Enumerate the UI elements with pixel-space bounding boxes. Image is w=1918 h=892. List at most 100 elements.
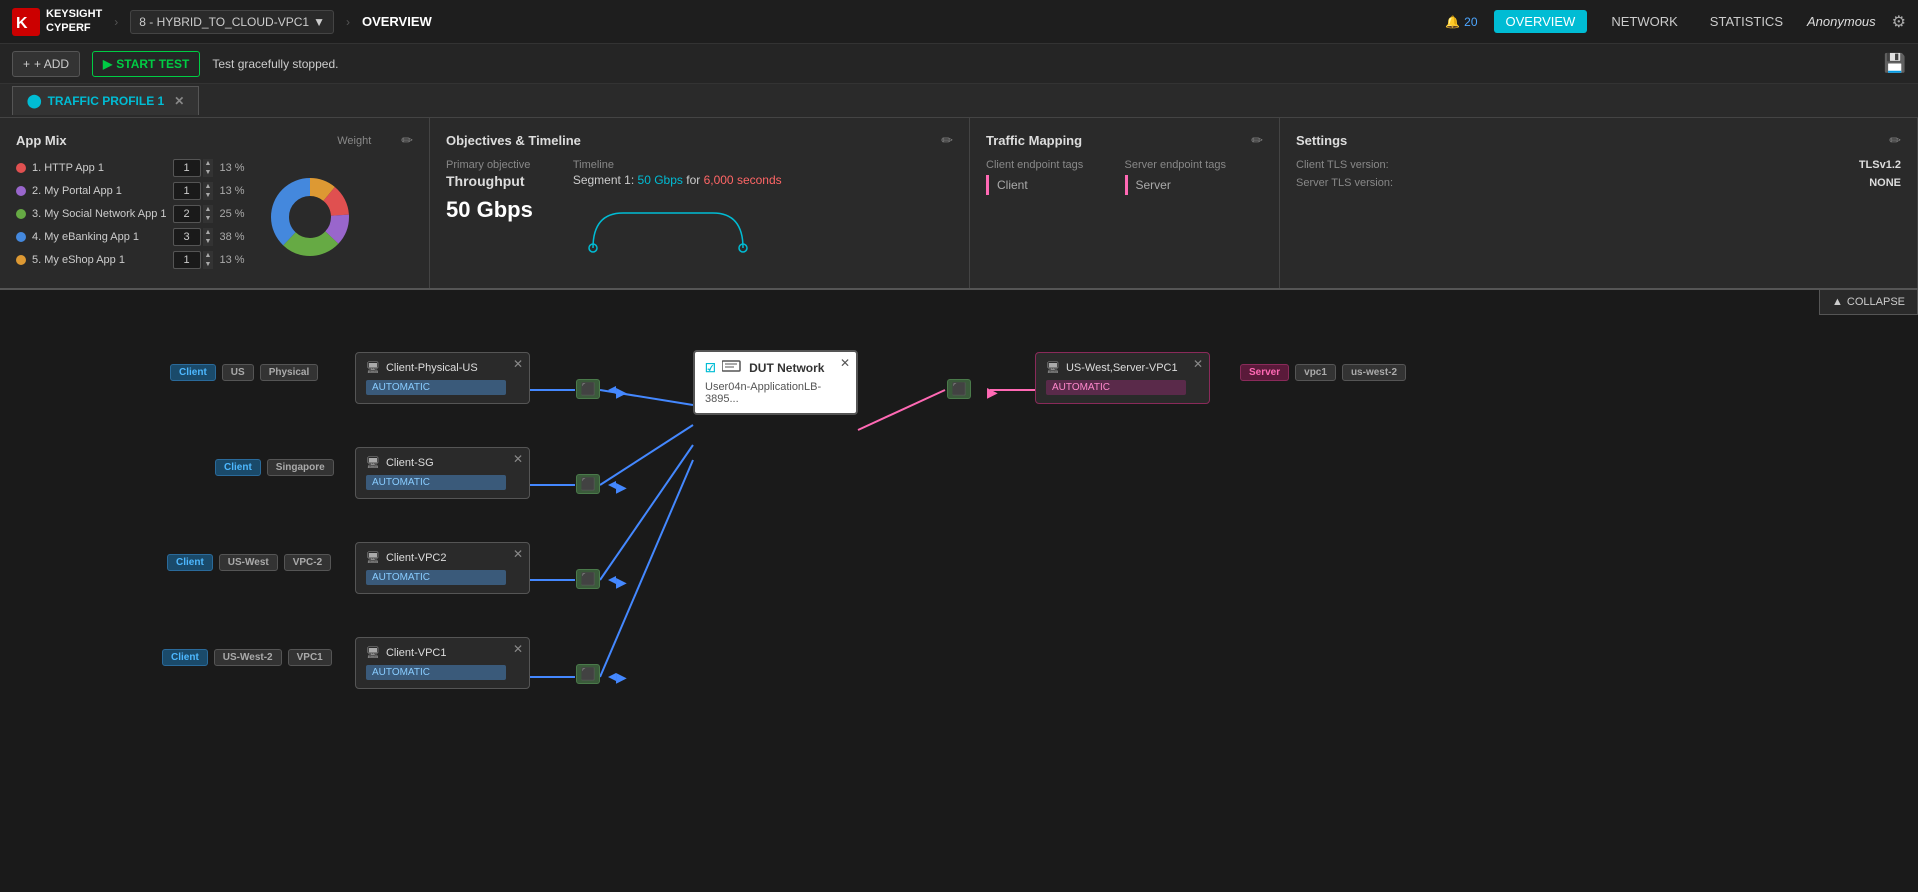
gear-icon[interactable]: ⚙ [1892,12,1906,32]
weight-down-5[interactable]: ▼ [203,260,214,269]
arrow-right-server: ▶ [987,384,998,401]
traffic-mapping-title: Traffic Mapping [986,133,1082,148]
settings-header: Settings ✏ [1296,132,1901,149]
dut-network-node[interactable]: ✕ ☑ DUT Network User04n-ApplicationLB-38… [693,350,858,415]
weight-down-4[interactable]: ▼ [203,237,214,246]
tab-network[interactable]: NETWORK [1603,10,1685,33]
weight-arrows-2: ▲ ▼ [203,182,214,200]
app-mix-body: 1. HTTP App 1 ▲ ▼ 13 % 2. M [16,159,413,274]
close-client-vpc2-icon[interactable]: ✕ [513,547,523,561]
weight-ctrl-1: ▲ ▼ [173,159,214,177]
connector-block-server[interactable]: ⬛ [947,379,971,399]
tag-us-west-1: US-West [219,554,278,571]
client-vpc2-label: Client-VPC2 [386,552,447,564]
connector-block-4[interactable]: ⬛ [576,664,600,684]
nav-sep2: › [346,15,350,29]
tab-statistics[interactable]: STATISTICS [1702,10,1791,33]
settings-edit-icon[interactable]: ✏ [1889,132,1901,149]
close-client-physical-us-icon[interactable]: ✕ [513,357,523,371]
primary-obj-label: Primary objective [446,159,533,171]
tag-client-2: Client [215,459,261,476]
pct-4: 38 % [219,231,244,243]
client-vpc2-auto[interactable]: AUTOMATIC [366,570,506,585]
server-endpoint-val: Server [1125,175,1264,195]
settings-panel: Settings ✏ Client TLS version: TLSv1.2 S… [1280,118,1918,288]
connector-icon-3: ⬛ [581,572,596,586]
weight-label: Weight [67,135,372,147]
connector-icon-4: ⬛ [581,667,596,681]
weight-input-4[interactable] [173,228,201,246]
connector-block-1[interactable]: ⬛ [576,379,600,399]
client-vpc1-label: Client-VPC1 [386,647,447,659]
weight-arrows-3: ▲ ▼ [203,205,214,223]
setting-row-1: Client TLS version: TLSv1.2 [1296,159,1901,171]
endpoint-tags: Client endpoint tags Client Server endpo… [986,159,1263,195]
pct-2: 13 % [219,185,244,197]
tag-singapore-1: Singapore [267,459,334,476]
arrow-right-2: ▶ [616,479,627,496]
chevron-down-icon: ▼ [313,15,325,29]
weight-up-3[interactable]: ▲ [203,205,214,214]
weight-up-2[interactable]: ▲ [203,182,214,191]
weight-arrows-5: ▲ ▼ [203,251,214,269]
logo: K KEYSIGHT CYPERF [12,8,102,36]
add-button[interactable]: + + ADD [12,51,80,77]
pct-5: 13 % [219,254,244,266]
weight-up-1[interactable]: ▲ [203,159,214,168]
dut-title: ☑ DUT Network [705,360,846,375]
client-vpc2-node[interactable]: ✕ 🖥 Client-VPC2 AUTOMATIC [355,542,530,594]
weight-input-1[interactable] [173,159,201,177]
weight-arrows-1: ▲ ▼ [203,159,214,177]
client-physical-us-tags: Client US Physical [170,364,321,381]
server-vpc1-auto[interactable]: AUTOMATIC [1046,380,1186,395]
network-area: ▲ COLLAPSE [0,290,1918,892]
client-vpc1-tags: Client US-West-2 VPC1 [162,649,335,666]
connector-block-2[interactable]: ⬛ [576,474,600,494]
close-client-vpc1-icon[interactable]: ✕ [513,642,523,656]
connector-icon-server: ⬛ [952,382,967,396]
objectives-edit-icon[interactable]: ✏ [941,132,953,149]
client-vpc1-auto[interactable]: AUTOMATIC [366,665,506,680]
close-client-sg-icon[interactable]: ✕ [513,452,523,466]
main-content: App Mix Weight ✏ 1. HTTP App 1 ▲ ▼ [0,118,1918,892]
client-sg-label: Client-SG [386,457,434,469]
connector-block-3[interactable]: ⬛ [576,569,600,589]
primary-obj-speed: 50 Gbps [446,197,533,223]
bell-button[interactable]: 🔔 20 [1445,15,1477,29]
close-server-vpc1-icon[interactable]: ✕ [1193,357,1203,371]
timeline-chart-svg [573,193,773,263]
weight-down-1[interactable]: ▼ [203,168,214,177]
timeline-val2: 6,000 seconds [704,173,782,187]
client-vpc1-node[interactable]: ✕ 🖥 Client-VPC1 AUTOMATIC [355,637,530,689]
nav-project-dropdown[interactable]: 8 - HYBRID_TO_CLOUD-VPC1 ▼ [130,10,334,34]
client-sg-auto[interactable]: AUTOMATIC [366,475,506,490]
start-test-button[interactable]: ▶ START TEST [92,51,200,77]
close-profile-tab-icon[interactable]: ✕ [174,94,184,108]
server-vpc1-node[interactable]: ✕ 🖥 US-West,Server-VPC1 AUTOMATIC [1035,352,1210,404]
app-name-5: 5. My eShop App 1 [32,254,167,266]
weight-down-3[interactable]: ▼ [203,214,214,223]
save-icon[interactable]: 💾 [1884,53,1906,73]
app-mix-edit-icon[interactable]: ✏ [401,132,413,149]
client-physical-us-auto[interactable]: AUTOMATIC [366,380,506,395]
nav-right: 🔔 20 OVERVIEW NETWORK STATISTICS Anonymo… [1445,10,1906,33]
weight-up-5[interactable]: ▲ [203,251,214,260]
close-dut-icon[interactable]: ✕ [840,356,850,370]
weight-input-3[interactable] [173,205,201,223]
dut-network-label: DUT Network [722,360,825,375]
weight-input-2[interactable] [173,182,201,200]
traffic-mapping-edit-icon[interactable]: ✏ [1251,132,1263,149]
client-sg-title: 🖥 Client-SG [366,456,519,469]
tag-vpc2-1: VPC-2 [284,554,331,571]
profile-tab-bar: ⬤ TRAFFIC PROFILE 1 ✕ [0,84,1918,118]
client-physical-us-node[interactable]: ✕ 🖥 Client-Physical-US AUTOMATIC [355,352,530,404]
traffic-profile-tab[interactable]: ⬤ TRAFFIC PROFILE 1 ✕ [12,86,199,115]
weight-input-5[interactable] [173,251,201,269]
app-name-1: 1. HTTP App 1 [32,162,167,174]
weight-down-2[interactable]: ▼ [203,191,214,200]
monitor-icon-1: 🖥 [366,361,380,374]
client-sg-node[interactable]: ✕ 🖥 Client-SG AUTOMATIC [355,447,530,499]
tab-overview[interactable]: OVERVIEW [1494,10,1588,33]
weight-up-4[interactable]: ▲ [203,228,214,237]
app-name-2: 2. My Portal App 1 [32,185,167,197]
